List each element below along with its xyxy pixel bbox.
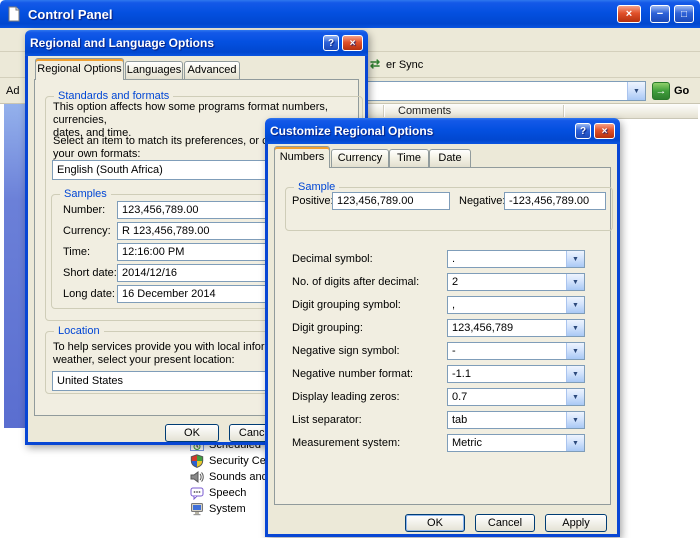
display-leading-zeros-combobox[interactable]: 0.7 ▼: [447, 388, 585, 406]
go-button[interactable]: →: [652, 82, 670, 100]
field-label: No. of digits after decimal:: [292, 276, 419, 288]
negative-number-format-combobox[interactable]: -1.1 ▼: [447, 365, 585, 383]
chevron-down-icon[interactable]: ▼: [566, 251, 584, 267]
negative-sample-field[interactable]: -123,456,789.00: [504, 192, 606, 210]
column-divider[interactable]: [383, 105, 384, 117]
list-item-system[interactable]: System: [190, 501, 246, 517]
chevron-down-icon[interactable]: ▼: [566, 343, 584, 359]
tab-panel: Sample Positive: 123,456,789.00 Negative…: [274, 167, 611, 505]
window-title: Control Panel: [28, 7, 113, 22]
chevron-down-icon[interactable]: ▼: [566, 320, 584, 336]
list-item-label: System: [209, 503, 246, 515]
chevron-down-icon[interactable]: ▼: [566, 389, 584, 405]
field-label: List separator:: [292, 414, 362, 426]
sample-row-label: Time:: [63, 246, 90, 258]
dialog-body: Numbers Currency Time Date Sample Positi…: [265, 144, 620, 537]
tab-date[interactable]: Date: [429, 149, 471, 168]
groupbox-caption: Samples: [60, 188, 111, 201]
field-label: Digit grouping symbol:: [292, 299, 401, 311]
customize-regional-options-dialog: Customize Regional Options ? × Numbers C…: [265, 118, 620, 537]
groupbox-caption: Location: [54, 325, 104, 338]
maximize-button[interactable]: □: [674, 5, 694, 23]
speech-icon: [190, 486, 204, 500]
sounds-icon: [190, 470, 204, 484]
tab-numbers[interactable]: Numbers: [274, 146, 330, 168]
dialog-title: Customize Regional Options: [270, 124, 433, 138]
chevron-down-icon[interactable]: ▼: [627, 82, 645, 100]
control-panel-icon: [6, 6, 22, 22]
dialog-titlebar: Regional and Language Options ? ×: [25, 30, 368, 56]
folder-sync-icon: ⇄: [370, 57, 380, 71]
ok-button[interactable]: OK: [405, 514, 465, 532]
positive-sample-field[interactable]: 123,456,789.00: [332, 192, 450, 210]
negative-sign-symbol-combobox[interactable]: - ▼: [447, 342, 585, 360]
dialog-titlebar: Customize Regional Options ? ×: [265, 118, 620, 144]
toolbar-item-folder-sync[interactable]: er Sync: [386, 59, 423, 71]
close-button[interactable]: ×: [342, 35, 363, 51]
security-center-icon: [190, 454, 204, 468]
ok-button[interactable]: OK: [165, 424, 219, 442]
address-label: Ad: [6, 85, 19, 97]
digit-grouping-combobox[interactable]: 123,456,789 ▼: [447, 319, 585, 337]
minimize-button[interactable]: −: [650, 5, 670, 23]
help-button[interactable]: ?: [323, 35, 339, 51]
field-label: Negative sign symbol:: [292, 345, 400, 357]
sample-row-label: Currency:: [63, 225, 111, 237]
digits-after-decimal-combobox[interactable]: 2 ▼: [447, 273, 585, 291]
digit-grouping-symbol-combobox[interactable]: , ▼: [447, 296, 585, 314]
chevron-down-icon[interactable]: ▼: [566, 366, 584, 382]
cancel-button[interactable]: Cancel: [475, 514, 535, 532]
tab-currency[interactable]: Currency: [331, 149, 389, 168]
close-button[interactable]: ×: [594, 123, 615, 139]
control-panel-titlebar: Control Panel: [0, 0, 700, 28]
field-label: Digit grouping:: [292, 322, 363, 334]
list-item-label: Speech: [209, 487, 246, 499]
positive-label: Positive:: [292, 195, 334, 207]
field-label: Decimal symbol:: [292, 253, 373, 265]
dialog-title: Regional and Language Options: [30, 36, 214, 50]
chevron-down-icon[interactable]: ▼: [566, 297, 584, 313]
sample-row-label: Number:: [63, 204, 105, 216]
field-label: Negative number format:: [292, 368, 413, 380]
tab-time[interactable]: Time: [389, 149, 429, 168]
chevron-down-icon[interactable]: ▼: [566, 274, 584, 290]
tab-languages[interactable]: Languages: [125, 61, 183, 80]
column-divider[interactable]: [563, 105, 564, 117]
field-label: Display leading zeros:: [292, 391, 400, 403]
screen: Control Panel × − □ ⇄ er Sync Ad ▼ → Go …: [0, 0, 700, 538]
go-label: Go: [674, 85, 689, 97]
list-item-security-center[interactable]: Security Cent: [190, 453, 275, 469]
close-button[interactable]: ×: [617, 5, 641, 23]
tab-regional-options[interactable]: Regional Options: [35, 58, 124, 80]
chevron-down-icon[interactable]: ▼: [566, 435, 584, 451]
chevron-down-icon[interactable]: ▼: [566, 412, 584, 428]
apply-button[interactable]: Apply: [545, 514, 607, 532]
sample-row-label: Long date:: [63, 288, 115, 300]
list-item-speech[interactable]: Speech: [190, 485, 246, 501]
system-icon: [190, 502, 204, 516]
tab-advanced[interactable]: Advanced: [184, 61, 240, 80]
field-label: Measurement system:: [292, 437, 400, 449]
help-button[interactable]: ?: [575, 123, 591, 139]
list-separator-combobox[interactable]: tab ▼: [447, 411, 585, 429]
measurement-system-combobox[interactable]: Metric ▼: [447, 434, 585, 452]
decimal-symbol-combobox[interactable]: . ▼: [447, 250, 585, 268]
sample-row-label: Short date:: [63, 267, 117, 279]
negative-label: Negative:: [459, 195, 505, 207]
